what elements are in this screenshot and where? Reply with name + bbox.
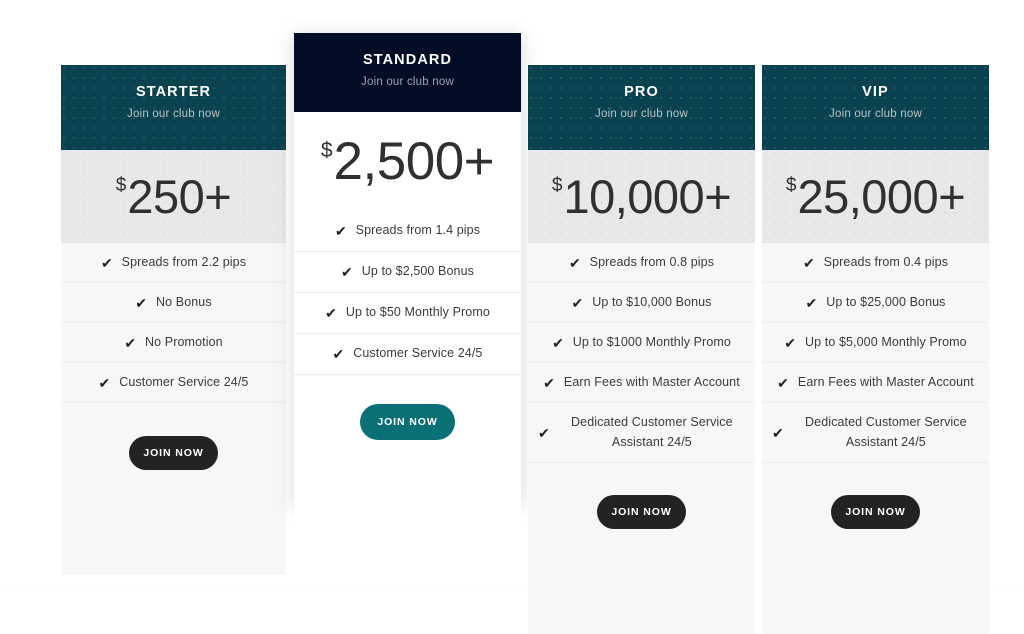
price-amount-pro: 10,000+	[563, 170, 732, 223]
cta-zone-vip: JOIN NOW	[762, 463, 989, 634]
check-icon: ✔	[334, 223, 347, 239]
price-box-standard: $2,500+	[294, 112, 521, 211]
feature-label: Dedicated Customer Service Assistant 24/…	[571, 415, 733, 449]
feature-label: Up to $25,000 Bonus	[826, 294, 946, 309]
feature-item: ✔ Customer Service 24/5	[61, 363, 286, 403]
card-header-pro: PRO Join our club now	[528, 65, 755, 150]
price-box-pro: $10,000+	[528, 150, 755, 243]
feature-label: Up to $1000 Monthly Promo	[572, 334, 731, 349]
price-amount-vip: 25,000+	[797, 170, 966, 223]
pricing-card-starter: STARTER Join our club now $250+ ✔ Spread…	[61, 65, 286, 575]
feature-item: ✔ Up to $25,000 Bonus	[762, 283, 989, 323]
check-icon: ✔	[538, 424, 550, 441]
plan-name-starter: STARTER	[135, 84, 212, 100]
feature-label: No Promotion	[145, 334, 223, 349]
feature-item: ✔ Dedicated Customer Service Assistant 2…	[528, 403, 755, 463]
feature-item: ✔ No Promotion	[61, 323, 286, 363]
feature-list-standard: ✔ Spreads from 1.4 pips ✔ Up to $2,500 B…	[294, 211, 521, 375]
plan-name-standard: STANDARD	[362, 52, 453, 68]
check-icon: ✔	[568, 254, 581, 271]
join-now-button-vip[interactable]: JOIN NOW	[831, 495, 920, 529]
feature-item: ✔ Spreads from 0.4 pips	[762, 243, 989, 283]
feature-item: ✔ No Bonus	[61, 283, 286, 323]
bottom-divider	[0, 588, 1024, 589]
feature-item: ✔ Dedicated Customer Service Assistant 2…	[762, 403, 989, 463]
join-now-button-starter[interactable]: JOIN NOW	[129, 436, 218, 470]
price-amount-standard: 2,500+	[333, 132, 495, 191]
feature-item: ✔ Spreads from 2.2 pips	[61, 243, 286, 283]
feature-label: Spreads from 2.2 pips	[121, 254, 247, 269]
check-icon: ✔	[332, 346, 345, 362]
feature-item: ✔ Earn Fees with Master Account	[762, 363, 989, 403]
feature-label: Spreads from 1.4 pips	[355, 223, 481, 238]
feature-label: Customer Service 24/5	[353, 346, 483, 361]
check-icon: ✔	[340, 264, 353, 280]
price-currency-standard: $	[320, 139, 333, 162]
cta-zone-starter: JOIN NOW	[61, 403, 286, 575]
pricing-card-standard: STANDARD Join our club now $2,500+ ✔ Spr…	[294, 33, 521, 529]
check-icon: ✔	[802, 254, 815, 271]
feature-label: Dedicated Customer Service Assistant 24/…	[805, 415, 967, 449]
feature-label: Customer Service 24/5	[119, 374, 249, 389]
feature-label: Up to $2,500 Bonus	[361, 264, 475, 279]
check-icon: ✔	[98, 374, 111, 391]
feature-label: Earn Fees with Master Account	[797, 374, 974, 389]
price-amount-starter: 250+	[127, 170, 232, 223]
pricing-card-vip: VIP Join our club now $25,000+ ✔ Spreads…	[762, 65, 989, 634]
pricing-card-pro: PRO Join our club now $10,000+ ✔ Spreads…	[528, 65, 755, 634]
feature-list-starter: ✔ Spreads from 2.2 pips ✔ No Bonus ✔ No …	[61, 243, 286, 403]
plan-name-pro: PRO	[624, 84, 659, 100]
check-icon: ✔	[772, 424, 784, 441]
feature-item: ✔ Up to $1000 Monthly Promo	[528, 323, 755, 363]
plan-subtitle-vip: Join our club now	[829, 107, 922, 120]
join-now-button-pro[interactable]: JOIN NOW	[597, 495, 686, 529]
check-icon: ✔	[135, 294, 148, 311]
pricing-table: STARTER Join our club now $250+ ✔ Spread…	[0, 0, 1024, 634]
cta-zone-standard: JOIN NOW	[294, 375, 521, 529]
feature-item: ✔ Spreads from 0.8 pips	[528, 243, 755, 283]
feature-item: ✔ Customer Service 24/5	[294, 334, 521, 375]
feature-label: Up to $10,000 Bonus	[592, 294, 712, 309]
card-header-starter: STARTER Join our club now	[61, 65, 286, 150]
check-icon: ✔	[124, 334, 137, 351]
price-currency-vip: $	[785, 175, 797, 196]
plan-name-vip: VIP	[862, 84, 889, 100]
price-currency-starter: $	[115, 175, 127, 196]
feature-item: ✔ Up to $2,500 Bonus	[294, 252, 521, 293]
check-icon: ✔	[552, 334, 564, 351]
join-now-button-standard[interactable]: JOIN NOW	[360, 404, 455, 440]
price-box-starter: $250+	[61, 150, 286, 243]
feature-item: ✔ Up to $5,000 Monthly Promo	[762, 323, 989, 363]
feature-label: Earn Fees with Master Account	[563, 374, 740, 389]
price-box-vip: $25,000+	[762, 150, 989, 243]
check-icon: ✔	[543, 374, 555, 391]
feature-item: ✔ Spreads from 1.4 pips	[294, 211, 521, 252]
check-icon: ✔	[805, 294, 818, 311]
feature-item: ✔ Up to $10,000 Bonus	[528, 283, 755, 323]
feature-label: Up to $5,000 Monthly Promo	[805, 334, 967, 349]
feature-label: No Bonus	[156, 294, 212, 309]
price-currency-pro: $	[551, 175, 563, 196]
card-header-vip: VIP Join our club now	[762, 65, 989, 150]
cta-zone-pro: JOIN NOW	[528, 463, 755, 634]
check-icon: ✔	[784, 334, 796, 351]
feature-label: Up to $50 Monthly Promo	[345, 305, 490, 320]
check-icon: ✔	[777, 374, 789, 391]
check-icon: ✔	[100, 254, 113, 271]
feature-list-pro: ✔ Spreads from 0.8 pips ✔ Up to $10,000 …	[528, 243, 755, 463]
feature-label: Spreads from 0.4 pips	[823, 254, 949, 269]
feature-item: ✔ Up to $50 Monthly Promo	[294, 293, 521, 334]
feature-label: Spreads from 0.8 pips	[589, 254, 715, 269]
feature-list-vip: ✔ Spreads from 0.4 pips ✔ Up to $25,000 …	[762, 243, 989, 463]
card-header-standard: STANDARD Join our club now	[294, 33, 521, 112]
check-icon: ✔	[571, 294, 584, 311]
check-icon: ✔	[325, 305, 337, 321]
feature-item: ✔ Earn Fees with Master Account	[528, 363, 755, 403]
plan-subtitle-standard: Join our club now	[361, 75, 454, 88]
plan-subtitle-starter: Join our club now	[127, 107, 220, 120]
plan-subtitle-pro: Join our club now	[595, 107, 688, 120]
